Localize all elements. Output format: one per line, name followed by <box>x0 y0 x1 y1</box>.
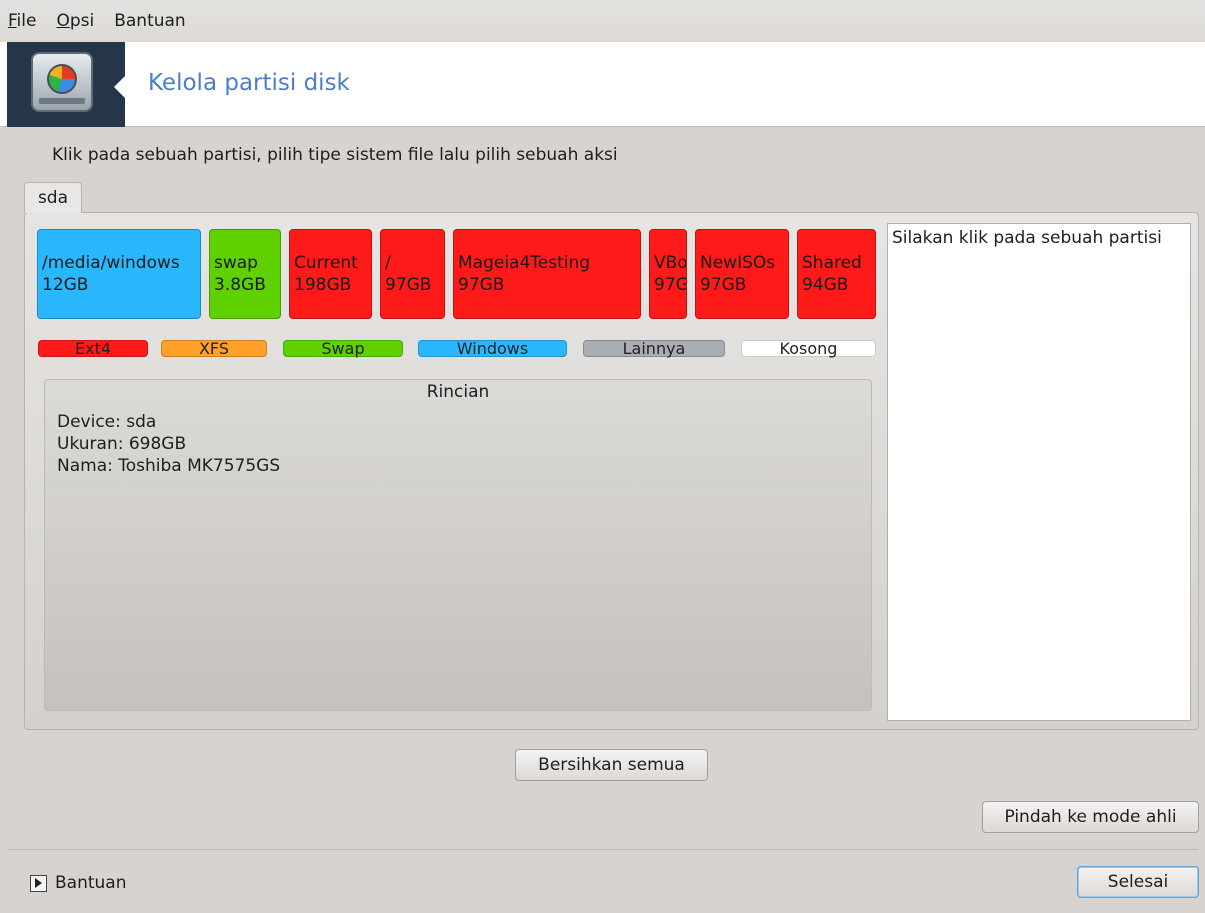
partition-name: Shared <box>802 253 862 273</box>
partition-newisos[interactable]: NewISOs 97GB <box>695 229 789 319</box>
detail-name: Nama: Toshiba MK7575GS <box>57 456 281 476</box>
legend-xfs: XFS <box>161 340 267 357</box>
banner-arrow <box>114 66 135 108</box>
partition-name: Mageia4Testing <box>458 253 591 273</box>
partition-name: NewISOs <box>700 253 776 273</box>
info-panel: Silakan klik pada sebuah partisi <box>887 223 1191 721</box>
menu-bar: File Opsi Bantuan <box>0 0 1205 42</box>
page-title: Kelola partisi disk <box>148 70 350 96</box>
detail-size: Ukuran: 698GB <box>57 434 187 454</box>
detail-device: Device: sda <box>57 412 157 432</box>
help-toggle[interactable]: Bantuan <box>30 873 127 893</box>
partition-size: 198GB <box>294 275 352 295</box>
clear-all-button[interactable]: Bersihkan semua <box>515 749 708 781</box>
harddisk-icon <box>31 52 93 112</box>
instruction-text: Klik pada sebuah partisi, pilih tipe sis… <box>52 145 618 165</box>
legend-windows: Windows <box>418 340 567 357</box>
disk-platter <box>47 64 77 94</box>
done-button[interactable]: Selesai <box>1077 866 1199 898</box>
legend-swap: Swap <box>283 340 403 357</box>
disk-base <box>39 98 85 104</box>
partition-size: 94GB <box>802 275 849 295</box>
banner-icon-area <box>7 42 135 127</box>
partition-size: 3.8GB <box>214 275 266 295</box>
header-banner: Kelola partisi disk <box>0 42 1205 127</box>
partition-size: 97GB <box>385 275 432 295</box>
partition-mageia4testing[interactable]: Mageia4Testing 97GB <box>453 229 641 319</box>
partition-size: 12GB <box>42 275 89 295</box>
details-content: Device: sda Ukuran: 698GB Nama: Toshiba … <box>57 411 280 477</box>
partition-current[interactable]: Current 198GB <box>289 229 372 319</box>
partition-name: VBox <box>654 253 687 273</box>
partition-swap[interactable]: swap 3.8GB <box>209 229 281 319</box>
expert-mode-button[interactable]: Pindah ke mode ahli <box>982 801 1199 833</box>
menu-opsi[interactable]: Opsi <box>56 11 94 31</box>
partition-shared[interactable]: Shared 94GB <box>797 229 876 319</box>
help-toggle-label: Bantuan <box>55 873 127 893</box>
tab-sda[interactable]: sda <box>24 182 82 213</box>
legend-kosong: Kosong <box>741 340 876 357</box>
details-title: Rincian <box>426 382 490 402</box>
legend-lainnya: Lainnya <box>583 340 725 357</box>
menu-file[interactable]: File <box>8 11 36 31</box>
partition-name: /media/windows <box>42 253 180 273</box>
partition-size: 97GB <box>654 275 686 295</box>
menu-bantuan[interactable]: Bantuan <box>114 11 186 31</box>
partition-vbox[interactable]: VBox 97GB <box>649 229 687 319</box>
partition-size: 97GB <box>458 275 505 295</box>
partition-name: swap <box>214 253 258 273</box>
partition-size: 97GB <box>700 275 747 295</box>
partition-media-windows[interactable]: /media/windows 12GB <box>37 229 201 319</box>
partition-name: Current <box>294 253 358 273</box>
legend-ext4: Ext4 <box>38 340 148 357</box>
partition-name: / <box>385 253 391 273</box>
partition-root[interactable]: / 97GB <box>380 229 445 319</box>
bottom-separator <box>8 849 1198 850</box>
expand-arrow-icon <box>30 874 47 892</box>
